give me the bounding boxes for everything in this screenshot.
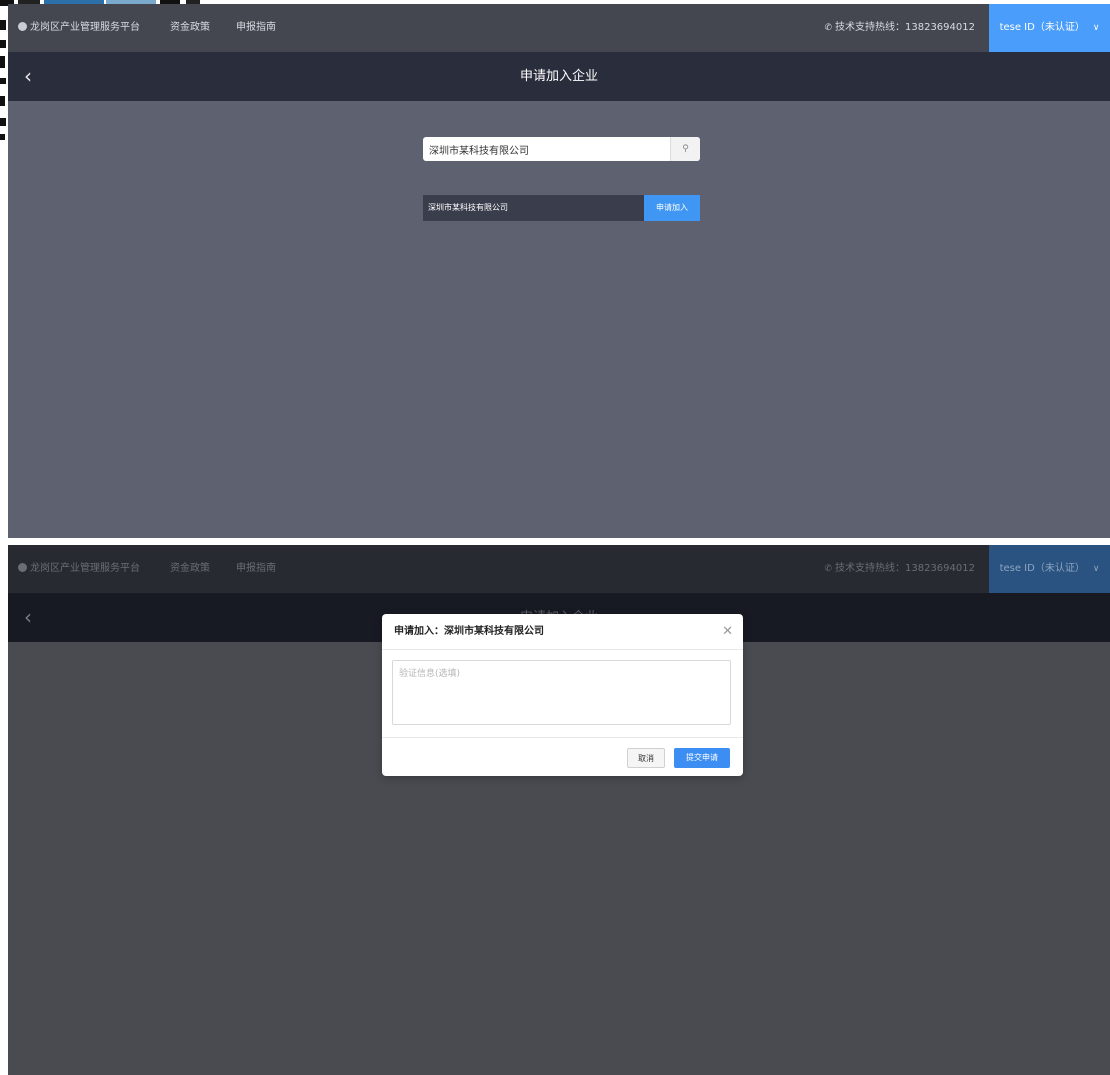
hotline-text: 技术支持热线：13823694012 xyxy=(835,22,975,33)
brand-link[interactable]: 龙岗区产业管理服务平台 xyxy=(18,545,140,593)
screen-join-company: 龙岗区产业管理服务平台 资金政策 申报指南 ✆ 技术支持热线：1382369401… xyxy=(8,4,1110,538)
dialog-footer: 取消 提交申请 xyxy=(382,738,743,776)
join-request-dialog: 申请加入：深圳市某科技有限公司 ✕ 取消 提交申请 xyxy=(382,614,743,776)
nav-funding-policy[interactable]: 资金政策 xyxy=(170,545,210,593)
phone-icon: ✆ xyxy=(824,23,832,33)
user-menu[interactable]: tese ID（未认证） ∨ xyxy=(989,545,1110,593)
nav-funding-policy[interactable]: 资金政策 xyxy=(170,4,210,52)
brand-name: 龙岗区产业管理服务平台 xyxy=(30,563,140,574)
search-input[interactable] xyxy=(423,137,668,161)
dialog-body xyxy=(382,650,743,738)
user-name: tese ID（未认证） xyxy=(999,22,1085,33)
support-hotline: ✆ 技术支持热线：13823694012 xyxy=(824,545,975,593)
page-title: 申请加入企业 xyxy=(519,69,598,84)
company-name: 深圳市某科技有限公司 xyxy=(428,203,508,212)
submit-button[interactable]: 提交申请 xyxy=(674,748,730,768)
search-button[interactable]: ⚲ xyxy=(670,137,700,161)
search-icon: ⚲ xyxy=(682,144,689,154)
cancel-button[interactable]: 取消 xyxy=(627,748,665,768)
user-name: tese ID（未认证） xyxy=(999,563,1085,574)
phone-icon: ✆ xyxy=(824,564,832,574)
dialog-header: 申请加入：深圳市某科技有限公司 ✕ xyxy=(382,614,743,650)
close-icon[interactable]: ✕ xyxy=(722,614,733,649)
screen-join-dialog: 龙岗区产业管理服务平台 资金政策 申报指南 ✆ 技术支持热线：1382369401… xyxy=(8,545,1110,1075)
chevron-down-icon: ∨ xyxy=(1092,23,1100,33)
apply-join-button[interactable]: 申请加入 xyxy=(644,195,700,221)
page-header: ‹ 申请加入企业 xyxy=(8,52,1110,101)
dialog-title: 申请加入：深圳市某科技有限公司 xyxy=(394,626,544,637)
hotline-text: 技术支持热线：13823694012 xyxy=(835,563,975,574)
company-search: ⚲ xyxy=(423,137,700,161)
top-navbar: 龙岗区产业管理服务平台 资金政策 申报指南 ✆ 技术支持热线：1382369401… xyxy=(8,545,1110,593)
support-hotline: ✆ 技术支持热线：13823694012 xyxy=(824,4,975,52)
user-menu[interactable]: tese ID（未认证） ∨ xyxy=(989,4,1110,52)
verification-info-field[interactable] xyxy=(392,660,731,725)
brand-name: 龙岗区产业管理服务平台 xyxy=(30,22,140,33)
brand-link[interactable]: 龙岗区产业管理服务平台 xyxy=(18,4,140,52)
nav-application-guide[interactable]: 申报指南 xyxy=(236,545,276,593)
main-content: ⚲ 深圳市某科技有限公司 申请加入 xyxy=(8,101,1110,538)
leaf-logo-icon xyxy=(18,563,27,572)
list-item: 深圳市某科技有限公司 申请加入 xyxy=(423,195,700,221)
top-navbar: 龙岗区产业管理服务平台 资金政策 申报指南 ✆ 技术支持热线：1382369401… xyxy=(8,4,1110,52)
nav-application-guide[interactable]: 申报指南 xyxy=(236,4,276,52)
chevron-down-icon: ∨ xyxy=(1092,564,1100,574)
leaf-logo-icon xyxy=(18,22,27,31)
